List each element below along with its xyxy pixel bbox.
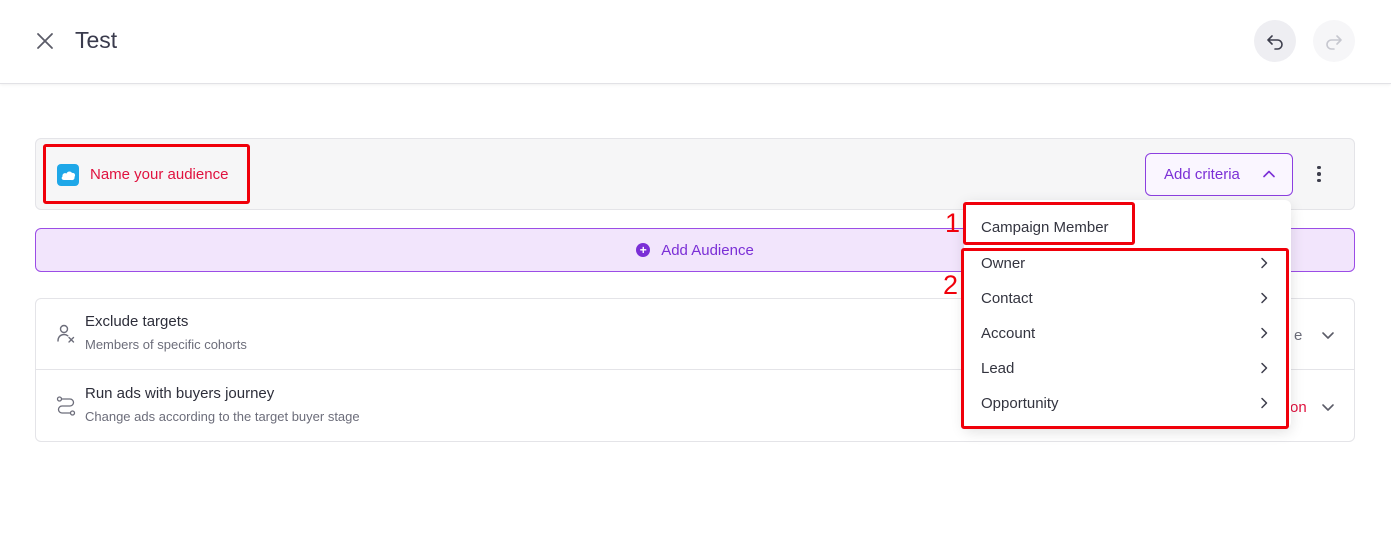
more-options-icon[interactable] xyxy=(1309,161,1329,187)
top-bar: Test xyxy=(0,0,1391,84)
chevron-right-icon xyxy=(1261,362,1268,374)
chevron-right-icon xyxy=(1261,257,1268,269)
menu-item-lead[interactable]: Lead xyxy=(964,351,1291,386)
row-subtitle: Members of specific cohorts xyxy=(85,337,247,352)
chevron-right-icon xyxy=(1261,327,1268,339)
user-exclude-icon xyxy=(56,323,76,345)
chevron-down-icon[interactable] xyxy=(1320,399,1336,415)
redo-icon xyxy=(1326,35,1342,50)
chevron-up-icon xyxy=(1263,170,1275,178)
plus-circle-icon: + xyxy=(636,243,651,257)
menu-item-opportunity[interactable]: Opportunity xyxy=(964,386,1291,421)
annotation-number-2: 2 xyxy=(943,270,959,300)
add-audience-label: Add Audience xyxy=(661,241,754,259)
menu-item-contact[interactable]: Contact xyxy=(964,281,1291,316)
chevron-right-icon xyxy=(1261,397,1268,409)
menu-item-owner[interactable]: Owner xyxy=(964,246,1291,281)
page-title: Test xyxy=(75,27,118,53)
menu-item-campaign-member[interactable]: Campaign Member xyxy=(964,210,1291,245)
salesforce-icon xyxy=(57,164,79,186)
menu-item-label: Account xyxy=(981,325,1036,342)
row-subtitle: Change ads according to the target buyer… xyxy=(85,409,360,424)
menu-item-account[interactable]: Account xyxy=(964,316,1291,351)
menu-item-label: Contact xyxy=(981,290,1033,307)
journey-icon xyxy=(56,395,76,417)
criteria-dropdown: Campaign Member Owner Contact Account Le… xyxy=(964,200,1291,428)
undo-button[interactable] xyxy=(1254,20,1296,62)
chevron-right-icon xyxy=(1261,292,1268,304)
close-icon[interactable] xyxy=(34,30,56,52)
row-value: e xyxy=(1294,327,1303,344)
add-criteria-label: Add criteria xyxy=(1164,166,1240,183)
row-value: on xyxy=(1290,399,1307,416)
row-title: Run ads with buyers journey xyxy=(85,385,275,402)
redo-button[interactable] xyxy=(1313,20,1355,62)
menu-item-label: Lead xyxy=(981,360,1015,377)
row-title: Exclude targets xyxy=(85,313,189,330)
annotation-number-1: 1 xyxy=(945,208,961,238)
audience-name-input[interactable]: Name your audience xyxy=(90,166,228,183)
undo-icon xyxy=(1267,35,1283,50)
add-criteria-button[interactable]: Add criteria xyxy=(1145,153,1293,196)
chevron-down-icon[interactable] xyxy=(1320,327,1336,343)
menu-item-label: Owner xyxy=(981,255,1026,272)
menu-item-label: Campaign Member xyxy=(981,219,1109,236)
menu-item-label: Opportunity xyxy=(981,395,1059,412)
